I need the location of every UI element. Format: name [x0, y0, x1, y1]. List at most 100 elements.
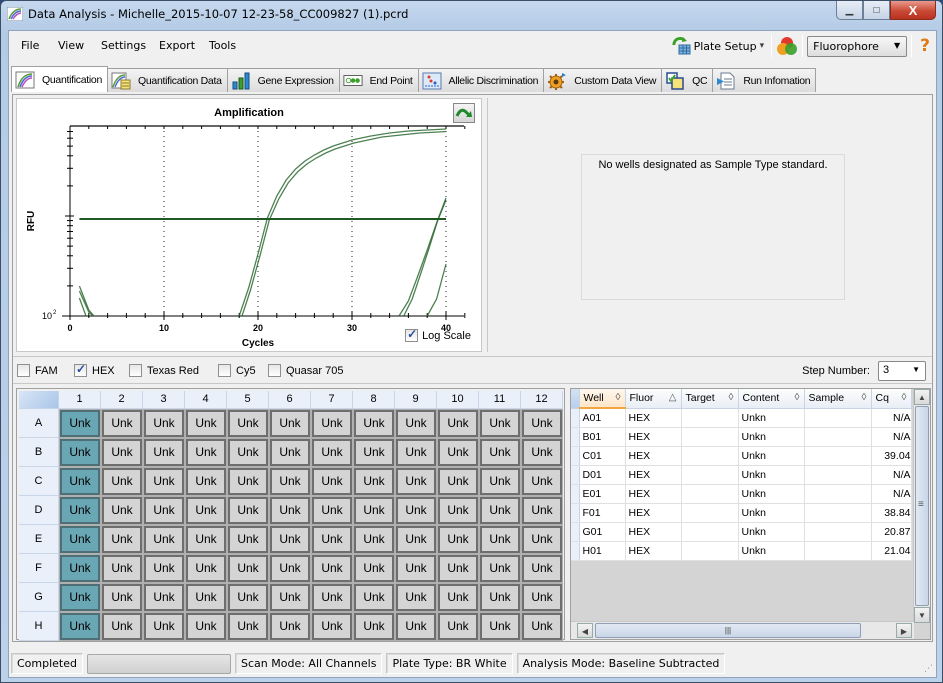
- row-header-D[interactable]: D: [19, 496, 59, 525]
- well-A1[interactable]: Unk: [59, 409, 101, 438]
- column-header-1[interactable]: 1: [59, 391, 101, 409]
- row-header-F[interactable]: F: [19, 554, 59, 583]
- minimize-button[interactable]: ▁: [836, 1, 863, 20]
- row-header-A[interactable]: A: [19, 409, 59, 438]
- well-E2[interactable]: Unk: [101, 525, 143, 554]
- well-H7[interactable]: Unk: [311, 612, 353, 641]
- title-bar[interactable]: Data Analysis - Michelle_2015-10-07 12-2…: [1, 1, 942, 27]
- well-E5[interactable]: Unk: [227, 525, 269, 554]
- well-C12[interactable]: Unk: [521, 467, 563, 496]
- well-A6[interactable]: Unk: [269, 409, 311, 438]
- tab-quantification-data[interactable]: Quantification Data: [107, 68, 228, 92]
- table-row[interactable]: B01 HEX Unkn N/A: [571, 427, 912, 447]
- well-C11[interactable]: Unk: [479, 467, 521, 496]
- fam-checkbox[interactable]: FAM: [17, 364, 58, 377]
- tab-gene-expression[interactable]: Gene Expression: [226, 68, 340, 92]
- column-header-12[interactable]: 12: [521, 391, 563, 409]
- well-G5[interactable]: Unk: [227, 583, 269, 612]
- well-B8[interactable]: Unk: [353, 438, 395, 467]
- menu-file[interactable]: File: [21, 39, 39, 52]
- row-header-G[interactable]: G: [19, 583, 59, 612]
- column-header-10[interactable]: 10: [437, 391, 479, 409]
- table-row[interactable]: F01 HEX Unkn 38.84: [571, 503, 912, 523]
- row-selector[interactable]: [571, 465, 580, 485]
- well-D9[interactable]: Unk: [395, 496, 437, 525]
- well-F10[interactable]: Unk: [437, 554, 479, 583]
- color-settings-icon[interactable]: [776, 35, 798, 57]
- well-F2[interactable]: Unk: [101, 554, 143, 583]
- well-H9[interactable]: Unk: [395, 612, 437, 641]
- column-header-cq[interactable]: Cq ◊: [871, 389, 912, 409]
- amplification-chart[interactable]: 0 10 20 30 4010 2CyclesRFU: [17, 99, 483, 353]
- well-E4[interactable]: Unk: [185, 525, 227, 554]
- well-A3[interactable]: Unk: [143, 409, 185, 438]
- series-line-g01[interactable]: [238, 128, 447, 316]
- row-selector[interactable]: [571, 408, 580, 428]
- texas-red-checkbox[interactable]: Texas Red: [129, 364, 199, 377]
- menu-tools[interactable]: Tools: [209, 39, 236, 52]
- well-H11[interactable]: Unk: [479, 612, 521, 641]
- well-C10[interactable]: Unk: [437, 467, 479, 496]
- well-C6[interactable]: Unk: [269, 467, 311, 496]
- row-header-E[interactable]: E: [19, 525, 59, 554]
- well-F11[interactable]: Unk: [479, 554, 521, 583]
- row-selector[interactable]: [571, 446, 580, 466]
- well-F6[interactable]: Unk: [269, 554, 311, 583]
- well-C1[interactable]: Unk: [59, 467, 101, 496]
- quasar-705-checkbox[interactable]: Quasar 705: [268, 364, 343, 377]
- well-E12[interactable]: Unk: [521, 525, 563, 554]
- menu-settings[interactable]: Settings: [101, 39, 146, 52]
- well-F9[interactable]: Unk: [395, 554, 437, 583]
- log-scale-checkbox[interactable]: Log Scale: [405, 327, 471, 342]
- well-B6[interactable]: Unk: [269, 438, 311, 467]
- well-C4[interactable]: Unk: [185, 467, 227, 496]
- well-G6[interactable]: Unk: [269, 583, 311, 612]
- well-A10[interactable]: Unk: [437, 409, 479, 438]
- well-F7[interactable]: Unk: [311, 554, 353, 583]
- well-G12[interactable]: Unk: [521, 583, 563, 612]
- tab-allelic-discrimination[interactable]: Allelic Discrimination: [417, 68, 545, 92]
- well-G9[interactable]: Unk: [395, 583, 437, 612]
- well-D11[interactable]: Unk: [479, 496, 521, 525]
- table-row[interactable]: D01 HEX Unkn N/A: [571, 465, 912, 485]
- well-D7[interactable]: Unk: [311, 496, 353, 525]
- well-E8[interactable]: Unk: [353, 525, 395, 554]
- column-header-3[interactable]: 3: [143, 391, 185, 409]
- well-D5[interactable]: Unk: [227, 496, 269, 525]
- step-number-select[interactable]: 3 ▼: [878, 361, 926, 381]
- well-E3[interactable]: Unk: [143, 525, 185, 554]
- well-F4[interactable]: Unk: [185, 554, 227, 583]
- well-H1[interactable]: Unk: [59, 612, 101, 641]
- well-F8[interactable]: Unk: [353, 554, 395, 583]
- tab-qc[interactable]: QC: [661, 68, 714, 92]
- column-header-well[interactable]: Well ◊: [579, 389, 626, 409]
- menu-export[interactable]: Export: [159, 39, 195, 52]
- scroll-left-icon[interactable]: ◀: [577, 623, 593, 638]
- row-selector[interactable]: [571, 427, 580, 447]
- row-selector[interactable]: [571, 484, 580, 504]
- resize-grip-icon[interactable]: ⋰: [924, 664, 933, 674]
- scroll-right-icon[interactable]: ▶: [896, 623, 912, 638]
- well-B10[interactable]: Unk: [437, 438, 479, 467]
- column-header-6[interactable]: 6: [269, 391, 311, 409]
- column-header-sample[interactable]: Sample ◊: [804, 389, 872, 409]
- row-selector[interactable]: [571, 541, 580, 561]
- well-B7[interactable]: Unk: [311, 438, 353, 467]
- well-E10[interactable]: Unk: [437, 525, 479, 554]
- well-A8[interactable]: Unk: [353, 409, 395, 438]
- help-icon[interactable]: ?: [920, 36, 930, 56]
- well-B3[interactable]: Unk: [143, 438, 185, 467]
- well-G1[interactable]: Unk: [59, 583, 101, 612]
- well-A7[interactable]: Unk: [311, 409, 353, 438]
- well-H10[interactable]: Unk: [437, 612, 479, 641]
- column-header-7[interactable]: 7: [311, 391, 353, 409]
- well-C9[interactable]: Unk: [395, 467, 437, 496]
- plate-setup-button[interactable]: Plate Setup ▾: [668, 36, 768, 56]
- well-G11[interactable]: Unk: [479, 583, 521, 612]
- table-row[interactable]: C01 HEX Unkn 39.04: [571, 446, 912, 466]
- table-row[interactable]: A01 HEX Unkn N/A: [571, 408, 912, 428]
- well-D12[interactable]: Unk: [521, 496, 563, 525]
- well-D4[interactable]: Unk: [185, 496, 227, 525]
- table-row[interactable]: G01 HEX Unkn 20.87: [571, 522, 912, 542]
- well-E7[interactable]: Unk: [311, 525, 353, 554]
